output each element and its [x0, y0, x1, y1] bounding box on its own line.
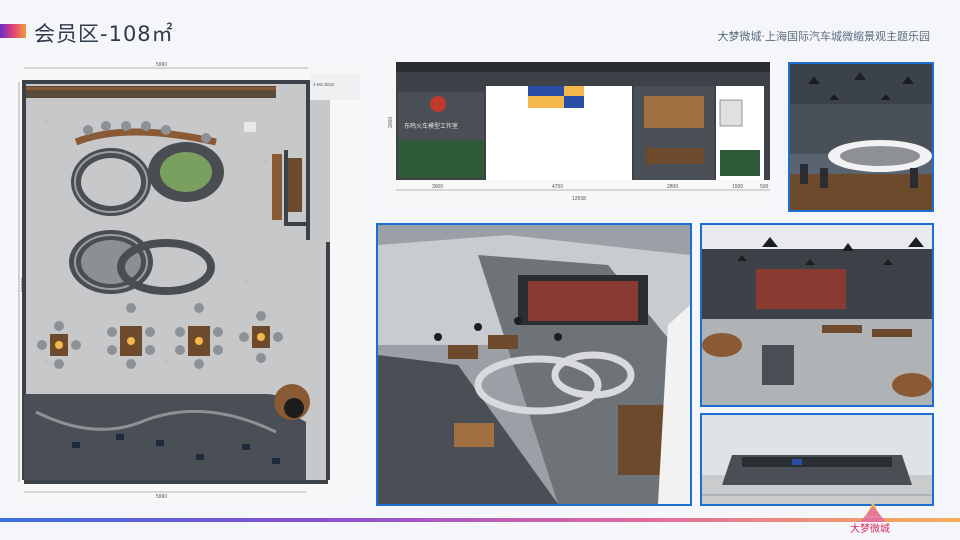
elev-dim-2: 4750 [552, 184, 563, 190]
logo-text: 大梦微城 [850, 522, 890, 534]
train-mural [528, 281, 638, 321]
studio-sign: 东鸣火车模型工作室 [404, 122, 458, 130]
elev-dim-5: 500 [760, 184, 769, 190]
render-exterior-view [700, 413, 934, 506]
wall-elevation: 东鸣火车模型工作室 3000 4750 2800 1500 500 12558 … [382, 58, 774, 208]
studio-logo [430, 96, 446, 112]
wall-painting [644, 96, 704, 128]
elev-dim-3: 2800 [667, 184, 678, 190]
render-aerial-view [376, 223, 692, 506]
footer-gradient-bar [0, 518, 960, 522]
train-mural-2 [756, 269, 846, 309]
lounge-area [24, 394, 306, 480]
plan-dim-top: 5990 [156, 62, 167, 68]
title-accent-bar [0, 24, 26, 38]
render-bar-seating [788, 62, 934, 212]
page-subtitle: 大梦微城·上海国际汽车城微缩景观主题乐园 [717, 30, 931, 43]
floor-plan: 5990 12237 1-M1.5022 [16, 62, 362, 500]
plan-dim-bottom: 5990 [156, 494, 167, 500]
side-counter [272, 154, 282, 220]
brand-logo: 大梦微城 [850, 502, 890, 534]
elev-height: 3000 [388, 117, 394, 128]
render-interior-seating [700, 223, 934, 407]
door-label: 1-M1.5022 [313, 82, 335, 87]
elev-dim-1: 3000 [432, 184, 443, 190]
elev-total: 12558 [572, 196, 586, 202]
page-title: 会员区-108㎡ [34, 22, 174, 46]
elev-dim-4: 1500 [732, 184, 743, 190]
